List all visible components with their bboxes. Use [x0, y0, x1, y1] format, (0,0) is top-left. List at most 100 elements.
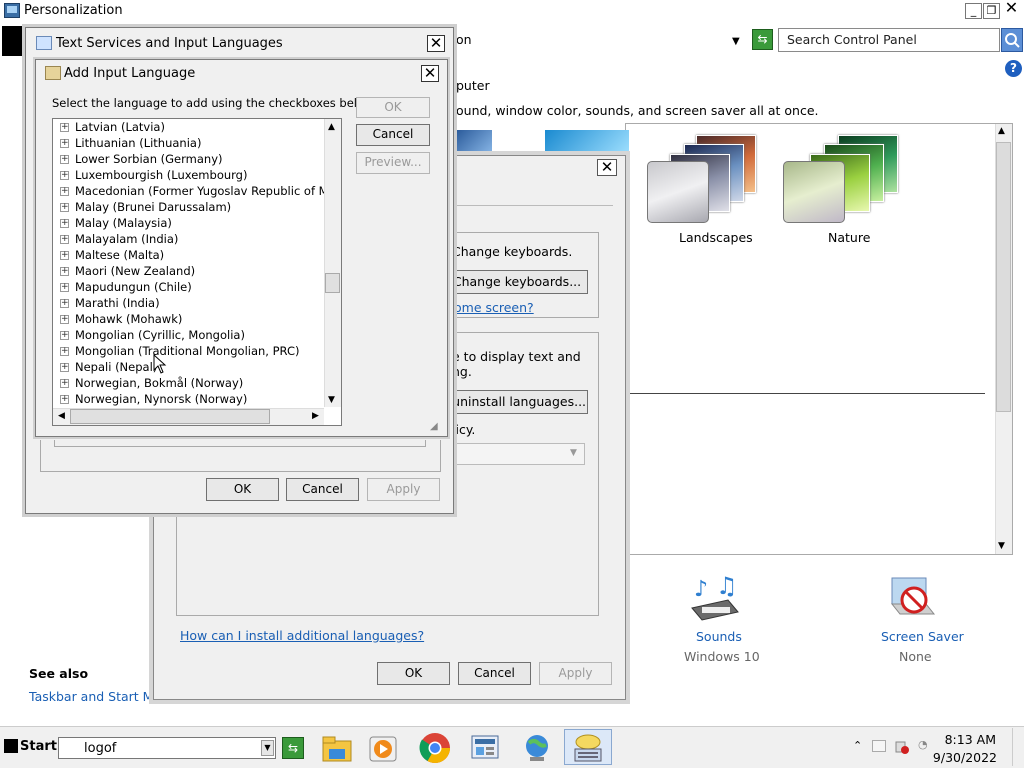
- run-go-icon[interactable]: ⇆: [282, 737, 304, 759]
- text-services-close-button[interactable]: ✕: [427, 35, 445, 52]
- expand-plus-icon[interactable]: +: [60, 251, 69, 260]
- run-dropdown-icon[interactable]: ▼: [261, 740, 274, 756]
- help-icon[interactable]: ?: [1005, 60, 1022, 77]
- language-list-vscrollbar[interactable]: [324, 119, 341, 407]
- language-list-item[interactable]: + Latvian (Latvia): [60, 120, 330, 136]
- add-language-preview-button[interactable]: Preview...: [356, 152, 430, 174]
- language-list-item[interactable]: + Macedonian (Former Yugoslav Republic of…: [60, 184, 330, 200]
- select-chevron-down-icon[interactable]: ▼: [570, 448, 577, 458]
- text-services-ok-button[interactable]: OK: [206, 478, 279, 501]
- change-keyboards-button[interactable]: Change keyboards...: [446, 270, 588, 294]
- language-list-item[interactable]: + Lower Sorbian (Germany): [60, 152, 330, 168]
- welcome-screen-link[interactable]: ome screen?: [454, 300, 534, 315]
- media-player-icon[interactable]: [366, 731, 400, 765]
- list-scroll-left-icon[interactable]: ◀: [58, 411, 65, 421]
- scroll-up-arrow-icon[interactable]: ▲: [998, 126, 1005, 136]
- address-bar-text[interactable]: on: [456, 32, 472, 47]
- language-list-item[interactable]: + Norwegian, Bokmål (Norway): [60, 376, 330, 392]
- expand-plus-icon[interactable]: +: [60, 395, 69, 404]
- tray-clock-time[interactable]: 8:13 AM: [942, 732, 996, 747]
- language-list-item[interactable]: + Mongolian (Traditional Mongolian, PRC): [60, 344, 330, 360]
- add-language-ok-button[interactable]: OK: [356, 97, 430, 118]
- screen-saver-label[interactable]: Screen Saver: [881, 629, 964, 644]
- tray-security-icon[interactable]: [895, 740, 909, 754]
- file-explorer-icon[interactable]: [320, 731, 354, 765]
- language-list-item[interactable]: + Mongolian (Cyrillic, Mongolia): [60, 328, 330, 344]
- theme-thumbnail-partial[interactable]: [456, 130, 492, 155]
- theme-nature[interactable]: [782, 130, 906, 223]
- list-scroll-right-icon[interactable]: ▶: [312, 411, 319, 421]
- language-list-hscroll-thumb[interactable]: [70, 409, 270, 424]
- language-list-item[interactable]: + Norwegian, Nynorsk (Norway): [60, 392, 330, 408]
- language-list-item[interactable]: + Marathi (India): [60, 296, 330, 312]
- tray-monitor-icon[interactable]: [872, 740, 886, 752]
- text-services-apply-button[interactable]: Apply: [367, 478, 440, 501]
- refresh-icon[interactable]: ⇆: [752, 29, 773, 50]
- language-list-item[interactable]: + Mohawk (Mohawk): [60, 312, 330, 328]
- expand-plus-icon[interactable]: +: [60, 187, 69, 196]
- keyboards-cancel-button[interactable]: Cancel: [458, 662, 531, 685]
- screen-saver-icon[interactable]: [888, 574, 940, 622]
- close-button[interactable]: ✕: [1003, 0, 1020, 17]
- expand-plus-icon[interactable]: +: [60, 283, 69, 292]
- text-services-cancel-button[interactable]: Cancel: [286, 478, 359, 501]
- expand-plus-icon[interactable]: +: [60, 315, 69, 324]
- keyboard-icon[interactable]: [571, 731, 605, 765]
- language-list-item[interactable]: + Malay (Malaysia): [60, 216, 330, 232]
- keyboards-ok-button[interactable]: OK: [377, 662, 450, 685]
- sounds-icon[interactable]: ♪ ♫: [688, 572, 740, 622]
- expand-plus-icon[interactable]: +: [60, 299, 69, 308]
- add-language-cancel-button[interactable]: Cancel: [356, 124, 430, 146]
- expand-plus-icon[interactable]: +: [60, 219, 69, 228]
- language-list-item[interactable]: + Nepali (Nepal): [60, 360, 330, 376]
- expand-plus-icon[interactable]: +: [60, 363, 69, 372]
- add-language-close-button[interactable]: ✕: [421, 65, 439, 82]
- install-languages-help-link[interactable]: How can I install additional languages?: [180, 628, 424, 643]
- minimize-button[interactable]: _: [965, 3, 982, 19]
- theme-landscapes[interactable]: [646, 130, 770, 223]
- keyboards-dialog-close-button[interactable]: ✕: [597, 159, 617, 176]
- expand-plus-icon[interactable]: +: [60, 203, 69, 212]
- start-button[interactable]: Start: [20, 739, 57, 754]
- expand-plus-icon[interactable]: +: [60, 139, 69, 148]
- keyboards-apply-button[interactable]: Apply: [539, 662, 612, 685]
- search-icon[interactable]: [1001, 28, 1023, 52]
- resize-grip-icon[interactable]: ◢: [430, 421, 438, 432]
- theme-scroll-thumb[interactable]: [996, 142, 1011, 412]
- theme-thumbnail-partial[interactable]: [545, 130, 629, 155]
- address-dropdown-icon[interactable]: ▼: [732, 36, 740, 47]
- list-scroll-down-icon[interactable]: ▼: [328, 395, 335, 405]
- expand-plus-icon[interactable]: +: [60, 235, 69, 244]
- control-panel-icon[interactable]: [468, 731, 502, 765]
- show-desktop-button[interactable]: [1012, 728, 1023, 766]
- language-list-item[interactable]: + Lithuanian (Lithuania): [60, 136, 330, 152]
- language-list-vscroll-thumb[interactable]: [325, 273, 340, 293]
- expand-plus-icon[interactable]: +: [60, 347, 69, 356]
- chrome-icon[interactable]: [418, 731, 452, 765]
- expand-plus-icon[interactable]: +: [60, 379, 69, 388]
- expand-plus-icon[interactable]: +: [60, 267, 69, 276]
- list-scroll-up-icon[interactable]: ▲: [328, 122, 335, 132]
- expand-plus-icon[interactable]: +: [60, 171, 69, 180]
- maximize-button[interactable]: ❐: [983, 3, 1000, 19]
- language-list-item[interactable]: + Maltese (Malta): [60, 248, 330, 264]
- tray-expand-icon[interactable]: ⌃: [853, 739, 862, 752]
- network-globe-icon[interactable]: [520, 731, 554, 765]
- tray-network-icon[interactable]: ◔: [918, 738, 928, 751]
- language-list-item[interactable]: + Malay (Brunei Darussalam): [60, 200, 330, 216]
- expand-plus-icon[interactable]: +: [60, 155, 69, 164]
- tray-clock-date[interactable]: 9/30/2022: [929, 750, 997, 765]
- theme-label-nature[interactable]: Nature: [828, 230, 870, 245]
- language-list-item[interactable]: + Mapudungun (Chile): [60, 280, 330, 296]
- language-list-item[interactable]: + Malayalam (India): [60, 232, 330, 248]
- expand-plus-icon[interactable]: +: [60, 331, 69, 340]
- expand-plus-icon[interactable]: +: [60, 123, 69, 132]
- display-language-select[interactable]: [446, 443, 585, 465]
- language-list-item[interactable]: + Maori (New Zealand): [60, 264, 330, 280]
- start-logo-icon[interactable]: [4, 739, 18, 753]
- install-uninstall-languages-button[interactable]: /uninstall languages...: [446, 390, 588, 414]
- scroll-down-arrow-icon[interactable]: ▼: [998, 541, 1005, 551]
- sounds-label[interactable]: Sounds: [696, 629, 742, 644]
- language-list-item[interactable]: + Luxembourgish (Luxembourg): [60, 168, 330, 184]
- theme-label-landscapes[interactable]: Landscapes: [679, 230, 753, 245]
